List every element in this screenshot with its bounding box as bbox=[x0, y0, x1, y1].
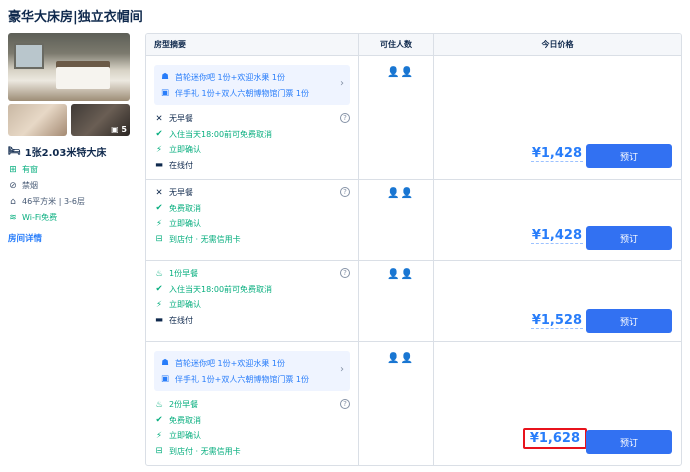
room-main-photo[interactable] bbox=[8, 33, 130, 101]
price: ¥1,428 bbox=[530, 228, 583, 244]
guests-icon: 👤👤 bbox=[387, 269, 414, 280]
room-title: 豪华大床房|独立衣帽间 bbox=[8, 10, 143, 25]
help-icon[interactable]: ? bbox=[340, 113, 350, 123]
bed-type: 🛏 1张2.03米特大床 bbox=[8, 146, 107, 159]
gift-icon: ▣ bbox=[160, 374, 170, 384]
guests-icon: 👤👤 bbox=[387, 353, 414, 364]
check-circle-icon: ✔ bbox=[155, 203, 163, 214]
chevron-right-icon[interactable]: › bbox=[340, 78, 344, 89]
lightning-icon: ⚡ bbox=[156, 144, 162, 155]
chevron-right-icon[interactable]: › bbox=[340, 364, 344, 375]
price-highlighted: ¥1,628 bbox=[522, 428, 587, 449]
rate-table-header: 房型摘要 可住人数 今日价格 bbox=[146, 34, 681, 56]
book-button[interactable]: 预订 bbox=[586, 430, 672, 454]
instant-confirm: ⚡ 立即确认 bbox=[154, 216, 350, 232]
card-icon: ▬ bbox=[154, 160, 164, 171]
room-details-link[interactable]: 房间详情 bbox=[8, 232, 132, 244]
lightning-icon: ⚡ bbox=[156, 218, 162, 229]
guests-icon: 👤👤 bbox=[387, 67, 414, 78]
package-box[interactable]: ☗ 首轮迷你吧 1份+欢迎水果 1份 ▣ 伴手礼 1份+双人六朝博物馆门票 1份 › bbox=[154, 65, 350, 105]
pay-at-hotel-icon: ⊟ bbox=[155, 446, 163, 457]
cancel-policy: ✔ 入住当天18:00前可免费取消 bbox=[155, 129, 273, 140]
rate-row: ♨ 1份早餐? ✔ 入住当天18:00前可免费取消 ⚡ 立即确认 ▬ 在线付 👤👤 ¥1… bbox=[146, 261, 681, 342]
facility-area: ⌂ 46平方米 | 3-6层 bbox=[8, 196, 132, 207]
lightning-icon: ⚡ bbox=[156, 430, 162, 441]
facility-wifi: ≋ Wi-Fi免费 bbox=[9, 212, 58, 223]
book-button[interactable]: 预订 bbox=[586, 144, 672, 168]
room-info-panel: ▣ 5 🛏 1张2.03米特大床 ⊞ 有窗 ⊘ 禁烟 ⌂ 46平方米 | 3-6层 ≋… bbox=[8, 33, 132, 244]
package-box[interactable]: ☗ 首轮迷你吧 1份+欢迎水果 1份 ▣ 伴手礼 1份+双人六朝博物馆门票 1份 › bbox=[154, 351, 350, 391]
payment-method: ⊟ 到店付 · 无需信用卡 bbox=[155, 234, 241, 245]
cancel-policy: ✔ 免费取消 bbox=[155, 415, 201, 426]
rate-row: ✕ 无早餐? ✔ 免费取消 ⚡ 立即确认 ⊟ 到店付 · 无需信用卡 👤👤 ¥1,428… bbox=[146, 180, 681, 261]
check-circle-icon: ✔ bbox=[155, 129, 163, 140]
window-icon: ⊞ bbox=[9, 164, 17, 175]
bed-icon: 🛏 bbox=[8, 146, 21, 157]
card-icon: ▬ bbox=[154, 315, 164, 326]
instant-confirm: ⚡ 立即确认 bbox=[154, 297, 350, 313]
cancel-policy: ✔ 入住当天18:00前可免费取消 bbox=[155, 284, 273, 295]
rate-table: 房型摘要 可住人数 今日价格 ☗ 首轮迷你吧 1份+欢迎水果 1份 ▣ 伴手礼 1份… bbox=[145, 33, 682, 466]
room-thumbnail-1[interactable] bbox=[8, 104, 67, 136]
minibar-icon: ☗ bbox=[161, 72, 169, 82]
help-icon[interactable]: ? bbox=[340, 268, 350, 278]
pay-at-hotel-icon: ⊟ bbox=[155, 234, 163, 245]
header-summary: 房型摘要 bbox=[146, 34, 359, 55]
lightning-icon: ⚡ bbox=[156, 299, 162, 310]
meal-info: ♨ 1份早餐? bbox=[154, 266, 350, 282]
facility-no-smoking: ⊘ 禁烟 bbox=[9, 180, 38, 191]
room-thumbnail-2[interactable]: ▣ 5 bbox=[71, 104, 130, 136]
price: ¥1,528 bbox=[530, 313, 583, 329]
book-button[interactable]: 预订 bbox=[586, 309, 672, 333]
instant-confirm: ⚡ 立即确认 bbox=[154, 142, 350, 158]
payment-method: ⊟ 到店付 · 无需信用卡 bbox=[155, 446, 241, 457]
meal-info: ♨ 2份早餐? bbox=[154, 397, 350, 413]
meal-info: ✕ 无早餐? bbox=[154, 111, 350, 127]
guests-icon: 👤👤 bbox=[387, 188, 414, 199]
minibar-icon: ☗ bbox=[161, 358, 169, 368]
check-circle-icon: ✔ bbox=[155, 284, 163, 295]
wifi-icon: ≋ bbox=[9, 212, 17, 223]
price: ¥1,428 bbox=[530, 146, 583, 162]
rate-row: ☗ 首轮迷你吧 1份+欢迎水果 1份 ▣ 伴手礼 1份+双人六朝博物馆门票 1份 ›… bbox=[146, 56, 681, 180]
meal-icon: ✕ bbox=[155, 113, 163, 124]
rate-row: ☗ 首轮迷你吧 1份+欢迎水果 1份 ▣ 伴手礼 1份+双人六朝博物馆门票 1份 ›… bbox=[146, 342, 681, 465]
meal-icon: ✕ bbox=[155, 187, 163, 198]
no-smoking-icon: ⊘ bbox=[9, 180, 17, 191]
area-icon: ⌂ bbox=[10, 196, 16, 207]
cancel-policy: ✔ 免费取消 bbox=[155, 203, 201, 214]
gift-icon: ▣ bbox=[160, 88, 170, 98]
payment-method: ▬ 在线付 bbox=[154, 160, 193, 171]
header-guests: 可住人数 bbox=[359, 34, 434, 55]
header-price: 今日价格 bbox=[541, 40, 574, 49]
check-circle-icon: ✔ bbox=[155, 415, 163, 426]
book-button[interactable]: 预订 bbox=[586, 226, 672, 250]
payment-method: ▬ 在线付 bbox=[154, 315, 193, 326]
help-icon[interactable]: ? bbox=[340, 399, 350, 409]
photo-count-badge: ▣ 5 bbox=[111, 125, 127, 134]
meal-icon: ♨ bbox=[155, 399, 163, 410]
instant-confirm: ⚡ 立即确认 bbox=[154, 428, 350, 444]
facility-window: ⊞ 有窗 bbox=[9, 164, 38, 175]
meal-info: ✕ 无早餐? bbox=[154, 185, 350, 201]
help-icon[interactable]: ? bbox=[340, 187, 350, 197]
meal-icon: ♨ bbox=[155, 268, 163, 279]
